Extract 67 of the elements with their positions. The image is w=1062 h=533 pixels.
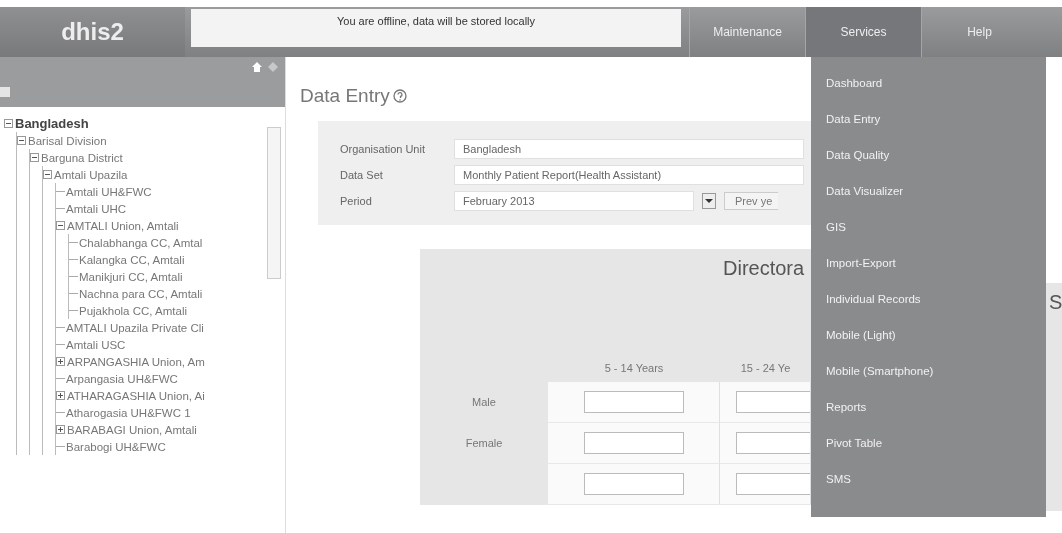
input-field[interactable] — [584, 391, 684, 413]
tree-item[interactable]: Arpangasia UH&FWC — [66, 372, 178, 385]
tree-item[interactable]: AMTALI Union, Amtali — [67, 219, 179, 232]
expand-icon[interactable] — [56, 357, 65, 366]
menu-item[interactable]: Data Quality — [826, 137, 890, 173]
report-title: Directora — [722, 256, 806, 280]
expand-icon[interactable] — [56, 425, 65, 434]
tree-item[interactable]: Atharogasia UH&FWC 1 — [66, 406, 191, 419]
field-label: Organisation Unit — [340, 143, 426, 155]
tree-item[interactable]: Barisal Division — [28, 134, 107, 147]
tree-item[interactable]: ATHARAGASHIA Union, Ai — [67, 389, 205, 402]
tree-item[interactable]: Barabogi UH&FWC — [66, 440, 166, 453]
tree-item[interactable]: Amtali UH&FWC — [66, 185, 152, 198]
offline-notice: You are offline, data will be stored locally — [191, 9, 681, 47]
tree-item[interactable]: Manikjuri CC, Amtali — [79, 270, 183, 283]
menu-item[interactable]: Individual Records — [826, 281, 921, 317]
expand-icon[interactable] — [56, 391, 65, 400]
page-title: Data Entry — [300, 85, 390, 107]
tree-item[interactable]: BARABAGI Union, Amtali — [67, 423, 197, 436]
input-field[interactable] — [584, 432, 684, 454]
input-field[interactable] — [736, 473, 810, 495]
input-field[interactable] — [584, 473, 684, 495]
period-button[interactable]: Prev ye — [724, 192, 779, 210]
tree-item[interactable]: Bangladesh — [15, 116, 89, 131]
period-field[interactable]: February 2013 — [454, 191, 694, 211]
field-label: Data Set — [340, 169, 384, 181]
menu-item[interactable]: Dashboard — [826, 65, 883, 101]
input-field[interactable] — [736, 391, 810, 413]
tree-item[interactable]: AMTALI Upazila Private Cli — [66, 321, 204, 334]
menu-item[interactable]: SMS — [826, 461, 851, 497]
tree-item[interactable]: ARPANGASHIA Union, Am — [67, 355, 205, 368]
menu-item[interactable]: Import-Export — [826, 245, 896, 281]
tree-item[interactable]: Pujakhola CC, Amtali — [79, 304, 188, 317]
caret-icon — [705, 198, 713, 204]
column-header: 5 - 14 Years — [603, 361, 665, 376]
logo[interactable]: dhis2 — [0, 7, 185, 57]
tree-item[interactable]: Kalangka CC, Amtali — [79, 253, 185, 266]
input-field[interactable]: Monthly Patient Report(Health Assistant) — [454, 165, 804, 185]
row-label: Male — [471, 395, 497, 410]
menu-item[interactable]: Reports — [826, 389, 867, 425]
tree-item[interactable]: Amtali Upazila — [54, 168, 128, 181]
dropdown-button[interactable] — [702, 193, 716, 209]
collapse-icon[interactable] — [56, 221, 65, 230]
menu-item[interactable]: Mobile (Light) — [826, 317, 896, 353]
tree-item[interactable]: Chalabhanga CC, Amtal — [79, 236, 203, 249]
tree-item[interactable]: Barguna District — [41, 151, 123, 164]
tree-item[interactable]: Amtali USC — [66, 338, 126, 351]
collapse-icon[interactable] — [4, 119, 13, 128]
menu-item[interactable]: GIS — [826, 209, 846, 245]
menu-item[interactable]: Data Entry — [826, 101, 881, 137]
home-icon[interactable] — [251, 61, 263, 73]
report-title: S — [1049, 291, 1062, 313]
help-icon[interactable] — [392, 89, 407, 103]
tree-item[interactable]: Amtali UHC — [66, 202, 127, 215]
nav-menu-item[interactable]: Services — [805, 7, 921, 57]
menu-item[interactable]: Data Visualizer — [826, 173, 904, 209]
menu-item[interactable]: Mobile (Smartphone) — [826, 353, 934, 389]
collapse-icon[interactable] — [17, 136, 26, 145]
row-label: Female — [464, 436, 504, 451]
column-header: 15 - 24 Ye — [739, 361, 792, 376]
collapse-icon[interactable] — [43, 170, 52, 179]
collapse-icon[interactable] — [30, 153, 39, 162]
input-field[interactable] — [736, 432, 810, 454]
input-field[interactable]: Bangladesh — [454, 139, 804, 159]
tree-item[interactable]: Nachna para CC, Amtali — [79, 287, 203, 300]
field-label: Period — [340, 195, 373, 207]
menu-item[interactable]: Pivot Table — [826, 425, 883, 461]
